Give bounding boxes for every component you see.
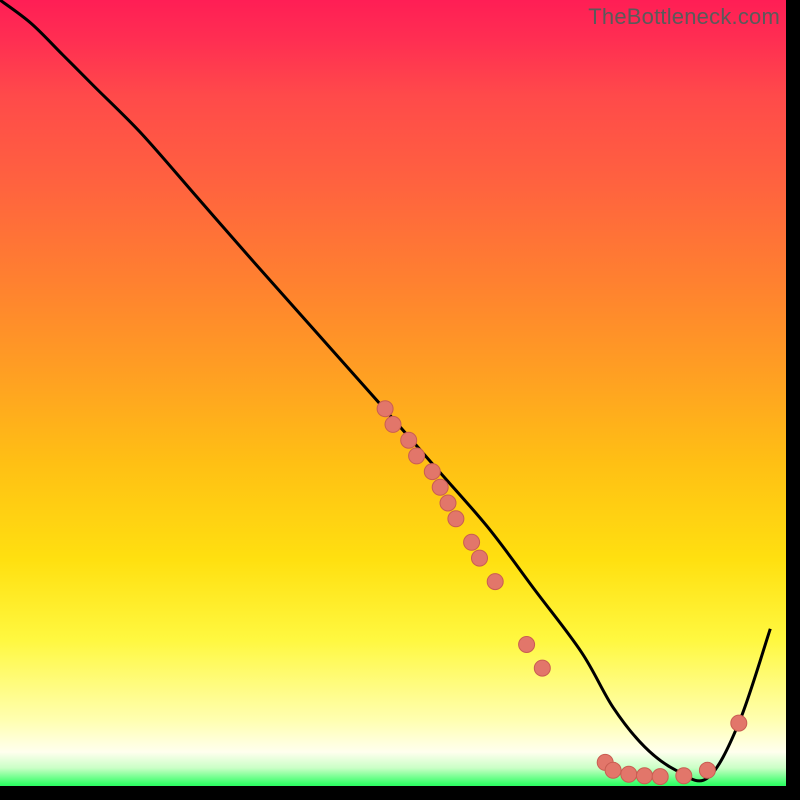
data-dot <box>699 762 715 778</box>
data-dot <box>534 660 550 676</box>
data-dot <box>487 574 503 590</box>
data-dot <box>652 769 668 785</box>
data-dot <box>472 550 488 566</box>
data-dot <box>385 416 401 432</box>
data-dot <box>401 432 417 448</box>
data-dot <box>621 766 637 782</box>
data-dot <box>432 479 448 495</box>
data-dot <box>731 715 747 731</box>
data-dots <box>377 401 747 785</box>
data-dot <box>637 768 653 784</box>
data-dot <box>605 762 621 778</box>
data-dot <box>440 495 456 511</box>
curve-plot <box>0 0 800 800</box>
data-dot <box>676 768 692 784</box>
bottleneck-curve <box>0 0 770 781</box>
data-dot <box>409 448 425 464</box>
chart-container: TheBottleneck.com <box>0 0 800 800</box>
data-dot <box>464 534 480 550</box>
data-dot <box>519 637 535 653</box>
data-dot <box>448 511 464 527</box>
data-dot <box>377 401 393 417</box>
data-dot <box>424 464 440 480</box>
